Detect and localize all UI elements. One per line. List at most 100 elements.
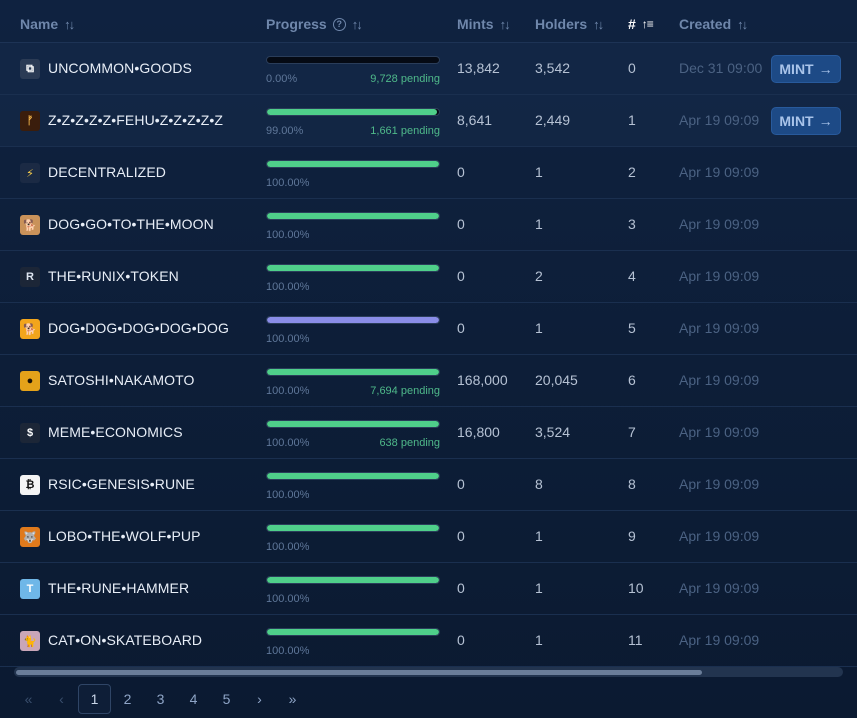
progress-bar-fill: [267, 161, 439, 167]
progress-bar: [266, 524, 440, 532]
created-date: Apr 19 09:09: [679, 164, 760, 180]
column-header-number[interactable]: # ↑≡: [628, 14, 654, 34]
help-circle-icon[interactable]: ?: [332, 17, 346, 31]
sort-arrows-icon[interactable]: ↑↓: [593, 17, 604, 32]
rune-name[interactable]: DECENTRALIZED: [48, 164, 166, 180]
holders-value: 1: [535, 632, 543, 648]
progress-bar: [266, 316, 440, 324]
progress-bar-fill: [267, 525, 439, 531]
progress-percent: 100.00%: [266, 281, 310, 293]
progress-bar: [266, 628, 440, 636]
column-header-mints[interactable]: Mints ↑↓: [457, 14, 511, 34]
holders-value: 1: [535, 528, 543, 544]
progress-bar-fill: [267, 421, 439, 427]
rune-number: 5: [628, 320, 636, 336]
rune-number: 6: [628, 372, 636, 388]
rune-icon: ᚠ: [20, 111, 40, 131]
rune-name[interactable]: THE•RUNIX•TOKEN: [48, 268, 179, 284]
mints-value: 0: [457, 320, 465, 336]
last-page-button[interactable]: »: [276, 684, 309, 714]
table-row[interactable]: ᚠ Z•Z•Z•Z•Z•FEHU•Z•Z•Z•Z•Z 99.00% 1,661 pen…: [0, 95, 857, 147]
table-row[interactable]: $ MEME•ECONOMICS 100.00% 638 pending 16,800 3…: [0, 407, 857, 459]
page-button-1[interactable]: 1: [78, 684, 111, 714]
progress-bar-fill: [267, 109, 438, 115]
progress-percent: 100.00%: [266, 489, 310, 501]
rune-icon: ⚡: [20, 163, 40, 183]
progress-bar: [266, 472, 440, 480]
sort-arrows-icon[interactable]: ↑↓: [737, 17, 748, 32]
table-row[interactable]: ₿ RSIC•GENESIS•RUNE 100.00% 0 8 8 Apr 19 09:09: [0, 459, 857, 511]
table-row[interactable]: T THE•RUNE•HAMMER 100.00% 0 1 10 Apr 19 09:09: [0, 563, 857, 615]
next-page-button[interactable]: ›: [243, 684, 276, 714]
rune-name[interactable]: SATOSHI•NAKAMOTO: [48, 372, 195, 388]
prev-page-button[interactable]: ‹: [45, 684, 78, 714]
rune-number: 3: [628, 216, 636, 232]
rune-name[interactable]: Z•Z•Z•Z•Z•FEHU•Z•Z•Z•Z•Z: [48, 112, 223, 128]
created-date: Apr 19 09:09: [679, 632, 760, 648]
holders-value: 3,542: [535, 60, 571, 76]
progress-percent: 100.00%: [266, 541, 310, 553]
rune-number: 9: [628, 528, 636, 544]
column-header-created[interactable]: Created ↑↓: [679, 14, 748, 34]
first-page-button[interactable]: «: [12, 684, 45, 714]
table-row[interactable]: ● SATOSHI•NAKAMOTO 100.00% 7,694 pending 168…: [0, 355, 857, 407]
progress-percent: 100.00%: [266, 437, 310, 449]
column-header-name[interactable]: Name ↑↓: [20, 14, 75, 34]
rune-name[interactable]: MEME•ECONOMICS: [48, 424, 183, 440]
page-button-4[interactable]: 4: [177, 684, 210, 714]
rune-number: 7: [628, 424, 636, 440]
sort-arrows-icon[interactable]: ↑↓: [64, 17, 75, 32]
holders-value: 3,524: [535, 424, 571, 440]
mint-button-label: MINT: [779, 113, 814, 129]
table-row[interactable]: ⧉ UNCOMMON•GOODS 0.00% 9,728 pending 13,842 3…: [0, 43, 857, 95]
sort-arrows-icon[interactable]: ↑↓: [500, 17, 511, 32]
scrollbar-thumb[interactable]: [16, 670, 702, 675]
table-row[interactable]: 🐈 CAT•ON•SKATEBOARD 100.00% 0 1 11 Apr 19 09:0…: [0, 615, 857, 667]
page-button-2[interactable]: 2: [111, 684, 144, 714]
column-header-progress[interactable]: Progress ? ↑↓: [266, 14, 363, 34]
rune-name[interactable]: UNCOMMON•GOODS: [48, 60, 192, 76]
mints-value: 16,800: [457, 424, 500, 440]
table-row[interactable]: 🐺 LOBO•THE•WOLF•PUP 100.00% 0 1 9 Apr 19 09:09: [0, 511, 857, 563]
holders-value: 1: [535, 320, 543, 336]
sort-arrows-icon[interactable]: ↑↓: [352, 17, 363, 32]
progress-bar-fill: [267, 369, 439, 375]
rune-name[interactable]: DOG•GO•TO•THE•MOON: [48, 216, 214, 232]
holders-value: 2,449: [535, 112, 571, 128]
rune-icon: 🐕: [20, 215, 40, 235]
rune-icon: T: [20, 579, 40, 599]
progress-bar: [266, 108, 440, 116]
mint-button-label: MINT: [779, 61, 814, 77]
table-row[interactable]: 🐕 DOG•GO•TO•THE•MOON 100.00% 0 1 3 Apr 19 09:0…: [0, 199, 857, 251]
pagination: « ‹ 1 2 3 4 5 › »: [12, 684, 309, 714]
rune-name[interactable]: DOG•DOG•DOG•DOG•DOG: [48, 320, 229, 336]
created-date: Apr 19 09:09: [679, 580, 760, 596]
progress-bar: [266, 576, 440, 584]
table-header: Name ↑↓ Progress ? ↑↓ Mints ↑↓ Holders ↑…: [0, 0, 857, 43]
rune-name[interactable]: RSIC•GENESIS•RUNE: [48, 476, 195, 492]
table-row[interactable]: 🐕 DOG•DOG•DOG•DOG•DOG 100.00% 0 1 5 Apr 19 09:…: [0, 303, 857, 355]
page-button-5[interactable]: 5: [210, 684, 243, 714]
mints-value: 0: [457, 528, 465, 544]
table-row[interactable]: ⚡ DECENTRALIZED 100.00% 0 1 2 Apr 19 09:09: [0, 147, 857, 199]
table-row[interactable]: R THE•RUNIX•TOKEN 100.00% 0 2 4 Apr 19 09:09: [0, 251, 857, 303]
progress-bar: [266, 264, 440, 272]
rune-name[interactable]: LOBO•THE•WOLF•PUP: [48, 528, 201, 544]
horizontal-scrollbar[interactable]: [14, 667, 843, 677]
pending-count: 638 pending: [379, 437, 440, 449]
sort-ascending-icon[interactable]: ↑≡: [642, 17, 654, 31]
rune-name[interactable]: THE•RUNE•HAMMER: [48, 580, 189, 596]
page-button-3[interactable]: 3: [144, 684, 177, 714]
progress-bar: [266, 160, 440, 168]
mints-value: 13,842: [457, 60, 500, 76]
created-date: Apr 19 09:09: [679, 476, 760, 492]
progress-bar-fill: [267, 473, 439, 479]
rune-name[interactable]: CAT•ON•SKATEBOARD: [48, 632, 202, 648]
column-header-holders[interactable]: Holders ↑↓: [535, 14, 604, 34]
rune-number: 0: [628, 60, 636, 76]
mint-button[interactable]: MINT →: [771, 55, 841, 83]
progress-percent: 100.00%: [266, 385, 310, 397]
pending-count: 7,694 pending: [370, 385, 440, 397]
mint-button[interactable]: MINT →: [771, 107, 841, 135]
rune-icon: ⧉: [20, 59, 40, 79]
